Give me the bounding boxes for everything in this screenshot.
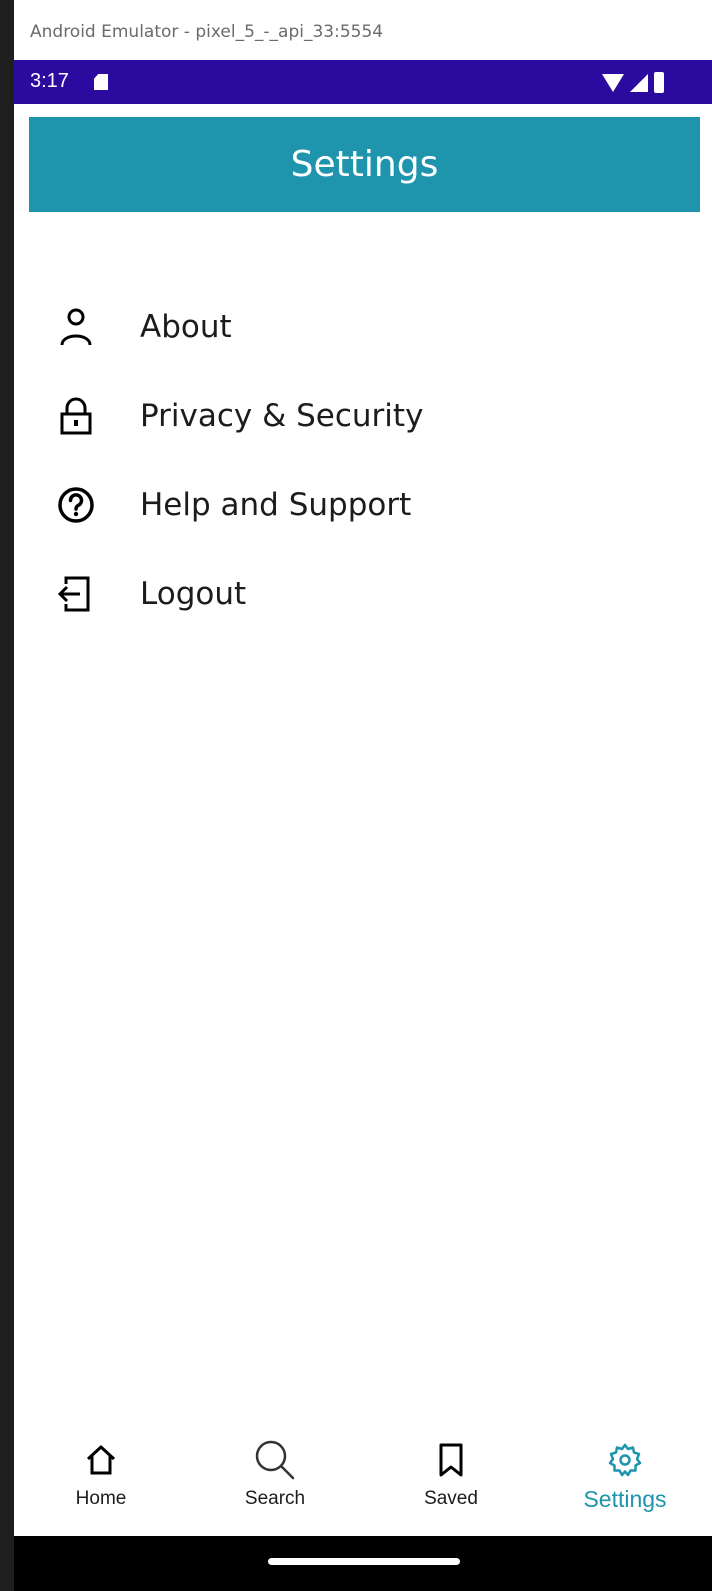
system-navigation-bar [14, 1536, 712, 1591]
lock-icon [56, 396, 96, 436]
bottom-navigation: Home Search Saved Settings [14, 1426, 712, 1536]
menu-item-logout[interactable]: Logout [14, 549, 712, 638]
nav-label: Home [75, 1488, 127, 1509]
signal-icon [630, 74, 648, 92]
bookmark-icon [364, 1438, 538, 1482]
window-title: Android Emulator - pixel_5_-_api_33:5554 [30, 22, 384, 42]
settings-menu: About Privacy & Security Help and Suppor… [14, 282, 712, 638]
app-bar: Settings [29, 117, 700, 212]
page-title: Settings [290, 144, 439, 185]
menu-item-about[interactable]: About [14, 282, 712, 371]
gear-icon [538, 1438, 712, 1482]
gesture-handle[interactable] [268, 1558, 460, 1565]
person-icon [56, 307, 96, 347]
logout-icon [56, 574, 96, 614]
device-screen: 3:17 Settings About Privacy & Security H… [14, 60, 712, 1591]
menu-item-label: Privacy & Security [140, 397, 424, 434]
search-icon [188, 1438, 362, 1482]
nav-item-search[interactable]: Search [188, 1426, 362, 1536]
emulator-frame: Android Emulator - pixel_5_-_api_33:5554… [0, 0, 712, 1591]
emulator-window-bar: Android Emulator - pixel_5_-_api_33:5554 [0, 0, 712, 60]
menu-item-help-support[interactable]: Help and Support [14, 460, 712, 549]
nav-label: Settings [583, 1486, 667, 1512]
nav-item-saved[interactable]: Saved [364, 1426, 538, 1536]
wifi-icon [602, 74, 624, 92]
nav-item-settings[interactable]: Settings [538, 1426, 712, 1536]
status-bar: 3:17 [14, 60, 712, 104]
battery-icon [654, 72, 664, 93]
home-icon [14, 1438, 188, 1482]
help-circle-icon [56, 485, 96, 525]
nav-label: Saved [424, 1488, 478, 1509]
nav-item-home[interactable]: Home [14, 1426, 188, 1536]
nav-label: Search [244, 1488, 306, 1509]
sd-card-icon [94, 74, 108, 90]
menu-item-label: Logout [140, 575, 247, 612]
menu-item-label: About [140, 308, 232, 345]
status-time: 3:17 [30, 70, 69, 92]
menu-item-label: Help and Support [140, 486, 412, 523]
menu-item-privacy-security[interactable]: Privacy & Security [14, 371, 712, 460]
